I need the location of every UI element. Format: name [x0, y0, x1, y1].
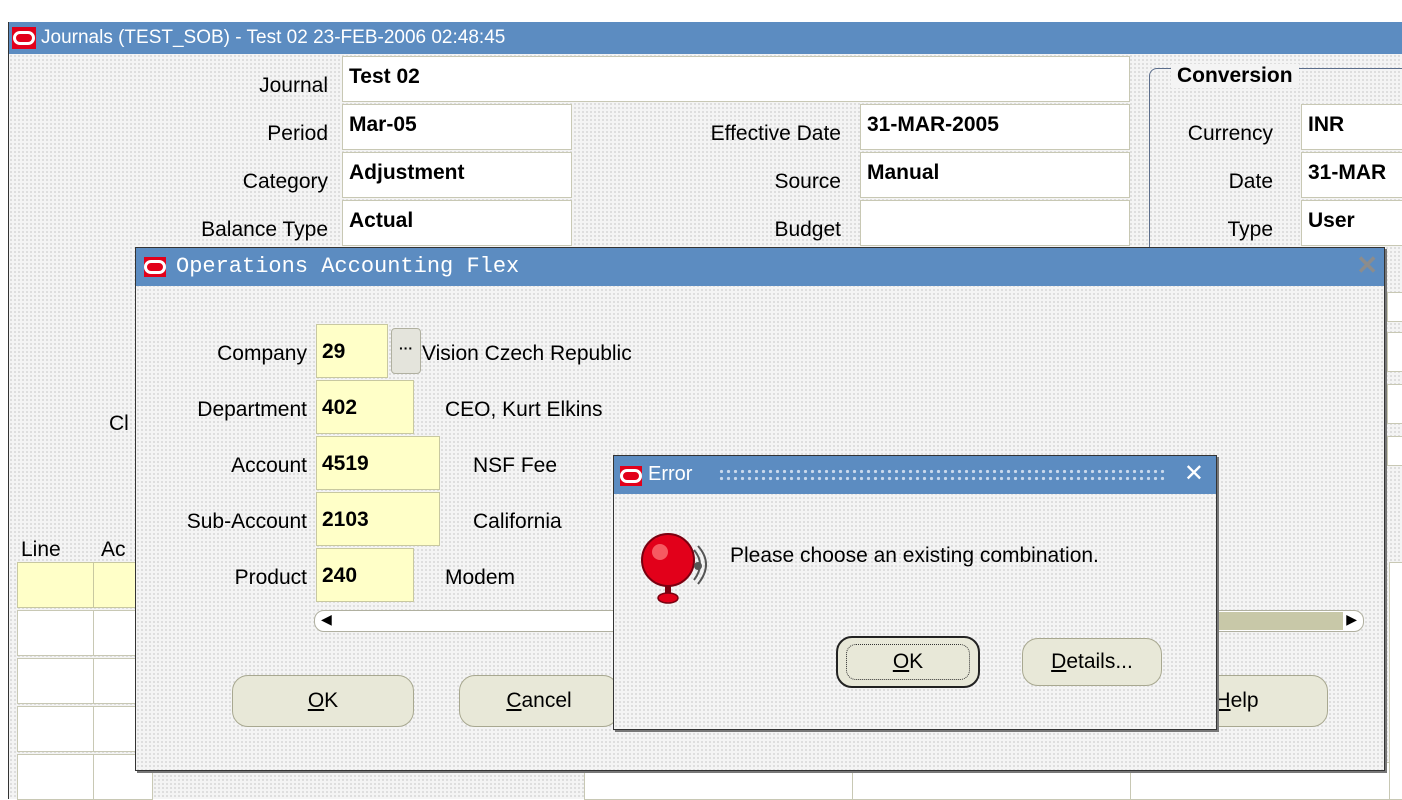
currency-field[interactable]: INR — [1301, 104, 1402, 150]
focus-ring — [846, 644, 970, 680]
close-icon[interactable]: ✕ — [1184, 459, 1204, 488]
balance-type-field[interactable]: Actual — [342, 200, 572, 246]
ok-mnemonic: O — [307, 689, 325, 712]
department-field[interactable]: 402 — [316, 380, 414, 434]
flex-title: Operations Accounting Flex — [176, 254, 520, 279]
journals-titlebar: Journals (TEST_SOB) - Test 02 23-FEB-200… — [9, 22, 1402, 54]
oracle-logo-icon — [144, 257, 166, 277]
currency-label: Currency — [1187, 122, 1273, 145]
budget-label: Budget — [774, 218, 841, 241]
line-cell[interactable] — [1389, 562, 1402, 800]
close-icon[interactable]: ✕ — [1356, 250, 1378, 281]
titlebar-texture — [718, 468, 1166, 482]
segment-label: Product — [234, 566, 307, 589]
journal-field[interactable]: Test 02 — [342, 56, 1130, 102]
lines-header-account: Ac — [101, 538, 126, 561]
source-field[interactable]: Manual — [860, 152, 1130, 198]
line-number-cell[interactable] — [17, 658, 95, 704]
flex-ok-button[interactable]: OK — [232, 675, 414, 727]
flex-titlebar: Operations Accounting Flex ✕ — [136, 248, 1384, 286]
category-label: Category — [242, 170, 328, 193]
segment-label: Company — [217, 342, 307, 365]
oracle-logo-icon — [620, 466, 642, 486]
period-label: Period — [267, 122, 328, 145]
hidden-field[interactable] — [1387, 436, 1402, 466]
hidden-field[interactable] — [1387, 332, 1402, 372]
effective-date-label: Effective Date — [710, 122, 841, 145]
conversion-date-label: Date — [1228, 170, 1273, 193]
category-field[interactable]: Adjustment — [342, 152, 572, 198]
details-mnemonic: D — [1051, 650, 1067, 673]
error-details-button[interactable]: Details... — [1022, 638, 1162, 686]
balance-type-label: Balance Type — [201, 218, 328, 241]
account-field[interactable]: 4519 — [316, 436, 440, 490]
conversion-date-field[interactable]: 31-MAR — [1301, 152, 1402, 198]
hidden-field[interactable] — [1387, 292, 1402, 322]
conversion-heading: Conversion — [1171, 64, 1299, 88]
segment-label: Account — [231, 454, 307, 477]
error-titlebar: Error ✕ — [614, 456, 1216, 494]
scroll-right-icon[interactable]: ▶ — [1346, 611, 1357, 628]
product-field[interactable]: 240 — [316, 548, 414, 602]
partial-label: Cl — [109, 412, 129, 435]
source-label: Source — [774, 170, 841, 193]
error-message: Please choose an existing combination. — [730, 544, 1099, 567]
period-field[interactable]: Mar-05 — [342, 104, 572, 150]
alarm-bell-icon — [641, 533, 707, 604]
error-title: Error — [648, 463, 693, 485]
conversion-type-field[interactable]: User — [1301, 200, 1402, 246]
segment-label: Department — [197, 398, 307, 421]
journals-title: Journals (TEST_SOB) - Test 02 23-FEB-200… — [41, 27, 506, 48]
cancel-rest: ancel — [521, 689, 572, 712]
help-mnemonic: H — [1215, 689, 1231, 712]
segment-description: NSF Fee — [473, 454, 558, 477]
journal-label: Journal — [259, 74, 328, 97]
sub-account-field[interactable]: 2103 — [316, 492, 440, 546]
error-dialog: Error ✕ Please choose an existing combin… — [613, 455, 1217, 730]
line-number-cell[interactable] — [17, 610, 95, 656]
scrollbar-thumb[interactable] — [1215, 612, 1343, 630]
ok-rest: K — [324, 689, 339, 712]
segment-label: Sub-Account — [186, 510, 307, 533]
segment-description: CEO, Kurt Elkins — [445, 398, 603, 421]
details-rest: etails... — [1066, 650, 1133, 673]
segment-description: Modem — [445, 566, 516, 589]
hidden-field[interactable] — [1387, 384, 1402, 424]
error-ok-button[interactable]: OK — [836, 636, 980, 688]
budget-field[interactable] — [860, 200, 1130, 246]
line-number-cell[interactable] — [17, 754, 95, 800]
lines-header-line: Line — [21, 538, 61, 561]
conversion-type-label: Type — [1227, 218, 1273, 241]
segment-description: Vision Czech Republic — [422, 342, 632, 365]
line-number-cell[interactable] — [17, 562, 95, 608]
effective-date-field[interactable]: 31-MAR-2005 — [860, 104, 1130, 150]
lov-button[interactable]: ··· — [391, 328, 421, 374]
company-field[interactable]: 29 — [316, 324, 388, 378]
cancel-mnemonic: C — [506, 689, 522, 712]
flex-cancel-button[interactable]: Cancel — [459, 675, 619, 727]
scroll-left-icon[interactable]: ◀ — [321, 611, 332, 628]
oracle-logo-icon — [12, 27, 36, 49]
help-rest: elp — [1230, 689, 1259, 712]
segment-description: California — [473, 510, 562, 533]
line-number-cell[interactable] — [17, 706, 95, 752]
